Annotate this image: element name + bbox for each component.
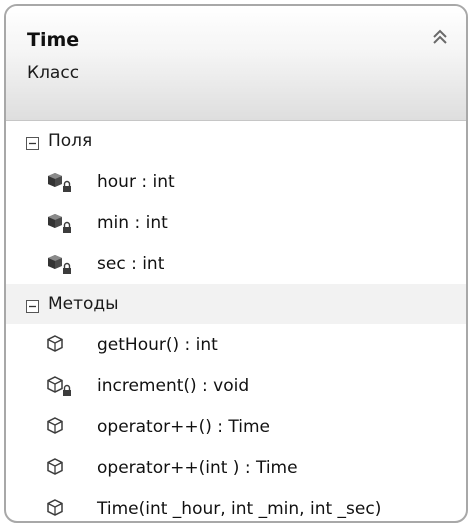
fields-list: hour : int min : int sec: int [6,161,466,284]
method-row-operator-postfix[interactable]: operator++(int ) : Time [6,447,466,488]
method-row-operator-prefix[interactable]: operator++() : Time [6,406,466,447]
field-row-hour[interactable]: hour : int [6,161,466,202]
field-label: sec : int [97,253,165,274]
method-label: increment() : void [97,375,250,396]
section-label-fields: Поля [48,131,93,151]
method-label: operator++() : Time [97,416,271,437]
section-header-fields[interactable]: Поля [6,121,466,161]
methods-list: getHour() : int increment() : void opera… [6,324,466,521]
class-kind-label: Класс [27,63,80,83]
field-row-sec[interactable]: sec : int [6,243,466,284]
method-label: getHour() : int [97,334,218,355]
public-method-icon [46,414,74,440]
collapse-chevron-icon[interactable] [430,26,450,50]
method-label: operator++(int ) : Time [97,457,298,478]
collapse-minus-icon[interactable] [26,135,39,150]
method-row-gethour[interactable]: getHour() : int [6,324,466,365]
method-row-constructor[interactable]: Time(int _hour, int _min, int _sec) [6,488,466,521]
field-label: min : int [97,212,168,233]
section-label-methods: Методы [48,294,119,314]
private-field-icon [46,251,74,277]
private-field-icon [46,210,74,236]
method-label: Time(int _hour, int _min, int _sec) [97,498,382,519]
section-header-methods[interactable]: Методы [6,284,466,324]
class-shape-time[interactable]: Time Класс Поля hour: int min: int sec… [4,4,468,523]
class-name: Time [27,29,80,51]
field-label: hour : int [97,171,175,192]
public-method-icon [46,332,74,358]
collapse-minus-icon[interactable] [26,298,39,313]
public-method-icon [46,496,74,521]
method-row-increment[interactable]: increment() : void [6,365,466,406]
class-header[interactable]: Time Класс [6,6,466,121]
private-method-icon [46,373,74,399]
private-field-icon [46,169,74,195]
public-method-icon [46,455,74,481]
field-row-min[interactable]: min : int [6,202,466,243]
